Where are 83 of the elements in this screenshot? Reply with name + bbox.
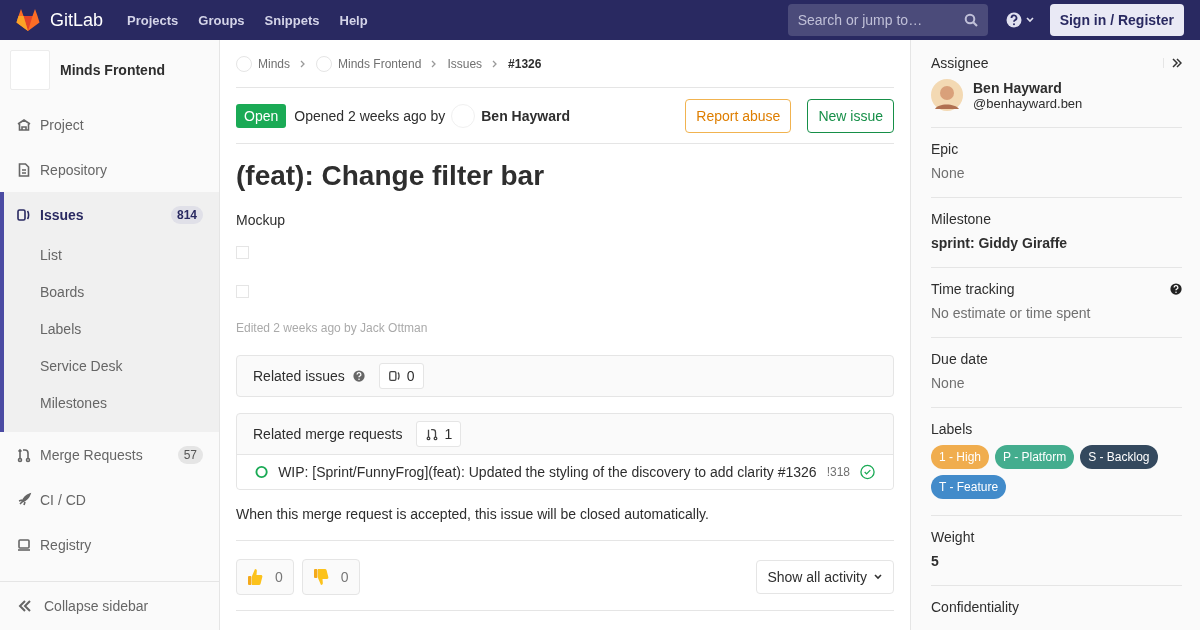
sidebar-subitem[interactable]: Labels xyxy=(4,311,219,348)
avatar-icon xyxy=(931,79,963,111)
nav-link[interactable]: Help xyxy=(339,12,368,28)
sidebar-subitem[interactable]: Milestones xyxy=(4,385,219,422)
check-circle-icon xyxy=(860,464,875,480)
nav-link[interactable]: Groups xyxy=(198,12,245,28)
sidebar-item[interactable]: Merge Requests 57 xyxy=(0,432,219,477)
chevron-icon xyxy=(431,59,438,68)
section-value: None xyxy=(931,375,966,391)
sidebar-item[interactable]: CI / CD xyxy=(0,477,219,522)
label-tag[interactable]: T - Feature xyxy=(931,475,1007,499)
search-field[interactable]: Search or jump to… xyxy=(787,4,988,36)
sidebar-subitem[interactable]: Boards xyxy=(4,274,219,311)
section-heading: Assignee xyxy=(931,55,989,71)
assignee-username: @benhayward.ben xyxy=(973,95,1083,111)
sidebar-icon xyxy=(16,161,32,178)
merge-request-link[interactable]: WIP: [Sprint/FunnyFrog](feat): Updated the styling of the discovery to add clarity #1326 xyxy=(278,464,817,480)
section-value: sprint: Giddy Giraffe xyxy=(931,235,1069,251)
expand-sidebar-icon[interactable] xyxy=(1163,58,1182,68)
author-link[interactable]: Ben Hayward xyxy=(481,107,570,124)
issue-count-badge: 0 xyxy=(378,363,424,389)
section-heading: Weight xyxy=(931,529,975,545)
chevron-icon xyxy=(300,59,306,68)
breadcrumb-link[interactable]: #1326 xyxy=(508,56,542,71)
sidebar-item[interactable]: Registry xyxy=(0,522,219,567)
nav-link[interactable]: Snippets xyxy=(264,12,320,28)
section-value: None xyxy=(931,165,966,181)
sidebar-icon xyxy=(16,206,32,223)
thumbs-down-icon xyxy=(312,568,329,586)
action-button[interactable]: Report abuse xyxy=(685,98,792,133)
card-title: Related issues xyxy=(253,368,345,384)
reaction-button[interactable]: 0 xyxy=(236,559,294,595)
count-badge: 814 xyxy=(170,205,203,224)
section-heading: Milestone xyxy=(931,211,991,227)
caret-icon xyxy=(873,573,883,581)
reaction-button[interactable]: 0 xyxy=(301,559,360,595)
card-title: Related merge requests xyxy=(253,426,403,442)
sidebar-item[interactable]: Project xyxy=(0,102,219,147)
sidebar-icon xyxy=(16,446,32,463)
count-badge: 57 xyxy=(177,445,203,464)
activity-filter-dropdown[interactable]: Show all activity xyxy=(756,560,894,594)
sidebar-item[interactable]: Issues 814 xyxy=(4,192,219,237)
help-icon[interactable] xyxy=(1170,283,1182,295)
chevron-icon xyxy=(492,59,499,68)
opened-text: Opened 2 weeks ago by xyxy=(294,107,446,124)
section-heading: Epic xyxy=(931,141,959,157)
section-value: 5 xyxy=(931,553,940,569)
sidebar-subitem[interactable]: List xyxy=(4,237,219,274)
merge-request-ref: !318 xyxy=(826,465,850,479)
edited-text: Edited 2 weeks ago by Jack Ottman xyxy=(236,321,429,335)
section-heading: Confidentiality xyxy=(931,599,1019,615)
action-button[interactable]: New issue xyxy=(807,98,894,133)
merge-request-count-badge: 1 xyxy=(416,421,462,447)
double-chevron-icon xyxy=(18,599,32,613)
section-heading: Labels xyxy=(931,421,973,437)
breadcrumb-link[interactable]: Minds Frontend xyxy=(338,56,422,71)
search-icon xyxy=(963,13,978,27)
sign-in-button[interactable]: Sign in / Register xyxy=(1049,4,1184,36)
sidebar-icon xyxy=(16,116,32,133)
fox-logo-icon[interactable] xyxy=(16,9,40,31)
thumbs-up-icon xyxy=(247,568,263,586)
closing-note: When this merge request is accepted, this issue will be closed automatically. xyxy=(236,506,894,541)
status-badge: Open xyxy=(236,103,287,128)
task-checkbox[interactable] xyxy=(236,246,249,259)
section-heading: Due date xyxy=(931,351,988,367)
assignee-name[interactable]: Ben Hayward xyxy=(973,79,1083,96)
brand-name[interactable]: GitLab xyxy=(50,9,104,31)
label-tag[interactable]: S - Backlog xyxy=(1080,445,1158,469)
sidebar-subitem[interactable]: Service Desk xyxy=(4,348,219,385)
section-heading: Time tracking xyxy=(931,281,1015,297)
sidebar-item[interactable]: Repository xyxy=(0,147,219,192)
breadcrumb-link[interactable]: Minds xyxy=(258,56,290,71)
nav-link[interactable]: Projects xyxy=(127,12,179,28)
description-text: Mockup xyxy=(236,212,287,228)
issue-title: (feat): Change filter bar xyxy=(236,160,546,192)
open-status-icon xyxy=(255,465,269,479)
task-checkbox[interactable] xyxy=(236,285,249,298)
search-input[interactable]: Search or jump to… xyxy=(795,11,964,29)
sidebar-icon xyxy=(16,491,32,508)
section-value: No estimate or time spent xyxy=(931,305,1092,321)
project-name[interactable]: Minds Frontend xyxy=(60,62,165,78)
breadcrumb-link[interactable]: Issues xyxy=(447,56,483,71)
sidebar-icon xyxy=(16,536,32,553)
